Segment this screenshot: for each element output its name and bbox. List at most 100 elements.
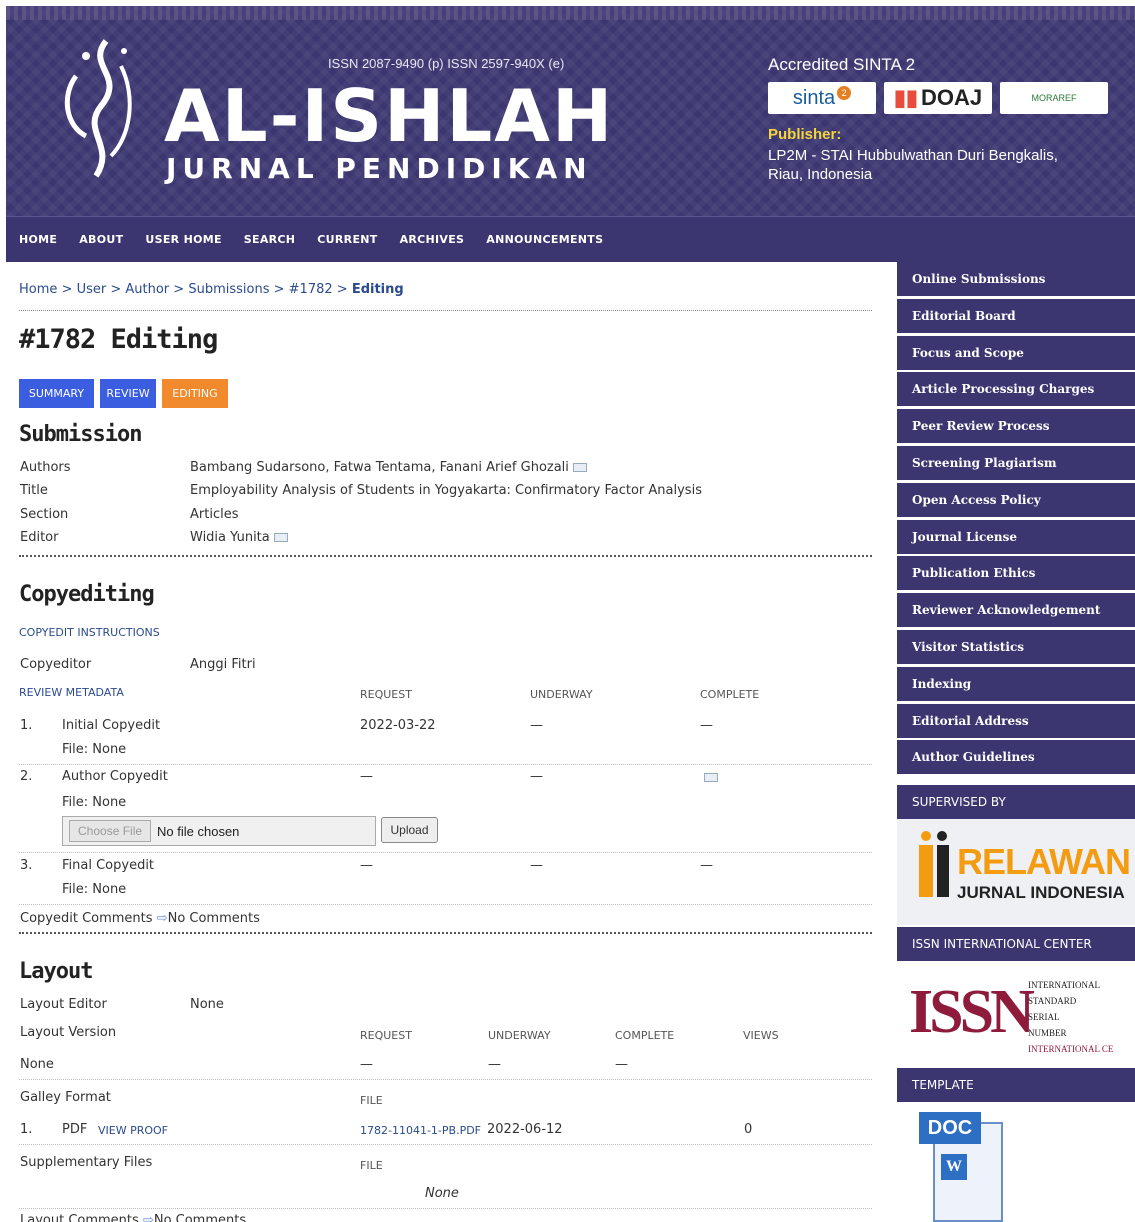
sinta-label: sinta	[792, 86, 836, 109]
row-file: File: None	[62, 882, 127, 897]
sidebar-item-journal-license[interactable]: Journal License	[897, 519, 1135, 554]
choose-file-button[interactable]: Choose File	[69, 820, 152, 842]
authors-text: Bambang Sudarsono, Fatwa Tentama, Fanani…	[190, 460, 569, 475]
col-complete: COMPLETE	[700, 688, 760, 701]
nav-current[interactable]: CURRENT	[317, 233, 377, 246]
doc-template-download[interactable]: DOC W	[897, 1102, 1135, 1222]
row-num: 2.	[20, 769, 33, 784]
issn-logo[interactable]: ISSN INTERNATIONAL STANDARD SERIAL NUMBE…	[897, 967, 1135, 1057]
layout-comments-label: Layout Comments	[20, 1213, 139, 1222]
calligraphy-logo-icon	[64, 39, 132, 178]
row-underway: —	[530, 718, 543, 733]
galley-file-link[interactable]: 1782-11041-1-PB.PDF	[360, 1124, 481, 1137]
email-icon[interactable]	[572, 463, 587, 472]
sidebar-item-editorial-address[interactable]: Editorial Address	[897, 703, 1135, 738]
breadcrumb-home[interactable]: Home	[19, 282, 57, 297]
sidebar-item-online-submissions[interactable]: Online Submissions	[897, 262, 1135, 296]
issn-text-line: INTERNATIONAL CE	[1028, 1044, 1114, 1054]
page-title: #1782 Editing	[19, 324, 218, 355]
view-proof-link[interactable]: VIEW PROOF	[98, 1124, 168, 1137]
issn-text-line: INTERNATIONAL	[1028, 980, 1100, 990]
journal-subtitle: JURNAL PENDIDIKAN	[166, 152, 593, 185]
sidebar-item-reviewer-ack[interactable]: Reviewer Acknowledgement	[897, 593, 1135, 628]
sidebar-item-publication-ethics[interactable]: Publication Ethics	[897, 556, 1135, 591]
header-ornament-strip	[6, 6, 1135, 20]
sinta-badge[interactable]: sinta 2	[768, 82, 876, 114]
sidebar-item-peer-review[interactable]: Peer Review Process	[897, 409, 1135, 444]
nav-home[interactable]: HOME	[19, 233, 57, 246]
issn-text-line: NUMBER	[1028, 1028, 1067, 1038]
sidebar-item-visitor-stats[interactable]: Visitor Statistics	[897, 629, 1135, 664]
breadcrumb: Home > User > Author > Submissions > #17…	[19, 282, 404, 297]
issn-center-heading: ISSN INTERNATIONAL CENTER	[897, 927, 1135, 961]
nav-search[interactable]: SEARCH	[244, 233, 296, 246]
copyedit-instructions-link[interactable]: COPYEDIT INSTRUCTIONS	[19, 626, 160, 639]
review-metadata-link[interactable]: REVIEW METADATA	[19, 686, 124, 699]
breadcrumb-sep: >	[106, 282, 126, 297]
row-divider	[19, 904, 872, 905]
moraref-label: MORAREF	[1031, 93, 1077, 103]
sidebar-item-editorial-board[interactable]: Editorial Board	[897, 298, 1135, 333]
copyedit-comments-label: Copyedit Comments	[20, 911, 153, 926]
divider	[19, 310, 872, 311]
supp-files-label: Supplementary Files	[20, 1155, 153, 1170]
issn-line: ISSN 2087-9490 (p) ISSN 2597-940X (e)	[328, 56, 565, 71]
breadcrumb-id[interactable]: #1782	[289, 282, 333, 297]
galley-date: 2022-06-12	[487, 1122, 563, 1137]
row-num: 1.	[20, 718, 33, 733]
layout-complete: —	[615, 1057, 628, 1072]
main-nav: HOME ABOUT USER HOME SEARCH CURRENT ARCH…	[6, 216, 1135, 262]
email-icon[interactable]	[704, 773, 718, 782]
issn-text-line: SERIAL	[1028, 1012, 1060, 1022]
breadcrumb-current: Editing	[351, 282, 404, 297]
authors-label: Authors	[20, 460, 71, 475]
nav-about[interactable]: ABOUT	[79, 233, 123, 246]
sidebar-item-apc[interactable]: Article Processing Charges	[897, 372, 1135, 407]
nav-archives[interactable]: ARCHIVES	[400, 233, 465, 246]
nav-user-home[interactable]: USER HOME	[145, 233, 221, 246]
col-underway: UNDERWAY	[530, 688, 593, 701]
upload-button[interactable]: Upload	[381, 817, 438, 843]
comment-icon[interactable]: ⇨	[143, 1213, 154, 1222]
breadcrumb-sep: >	[332, 282, 352, 297]
layout-editor-label: Layout Editor	[20, 997, 107, 1012]
sidebar-item-author-guidelines[interactable]: Author Guidelines	[897, 740, 1135, 775]
accredited-text: Accredited SINTA 2	[768, 55, 916, 74]
file-input[interactable]: Choose File No file chosen	[62, 816, 376, 846]
row-divider	[19, 764, 872, 765]
breadcrumb-submissions[interactable]: Submissions	[188, 282, 269, 297]
row-divider	[19, 1208, 872, 1209]
publisher-label: Publisher:	[768, 126, 842, 143]
row-name: Final Copyedit	[62, 858, 155, 873]
col-file: FILE	[360, 1159, 383, 1172]
col-underway: UNDERWAY	[488, 1029, 551, 1042]
doc-file-icon: DOC W	[919, 1112, 1009, 1222]
nav-announcements[interactable]: ANNOUNCEMENTS	[486, 233, 603, 246]
tab-review[interactable]: REVIEW	[100, 379, 156, 408]
tab-summary[interactable]: SUMMARY	[19, 379, 94, 408]
row-num: 3.	[20, 858, 33, 873]
title-value: Employability Analysis of Students in Yo…	[190, 483, 702, 498]
sidebar: Online Submissions Editorial Board Focus…	[897, 262, 1135, 1222]
moraref-badge[interactable]: MORAREF	[1000, 82, 1108, 114]
layout-comments-link[interactable]: No Comments	[154, 1213, 246, 1222]
tab-editing[interactable]: EDITING	[162, 379, 228, 408]
copyedit-comments-link[interactable]: No Comments	[168, 911, 260, 926]
row-divider	[19, 852, 872, 853]
sidebar-item-open-access[interactable]: Open Access Policy	[897, 482, 1135, 517]
sidebar-item-indexing[interactable]: Indexing	[897, 666, 1135, 701]
breadcrumb-sep: >	[169, 282, 189, 297]
sidebar-item-focus-scope[interactable]: Focus and Scope	[897, 335, 1135, 370]
comment-icon[interactable]: ⇨	[157, 911, 168, 926]
doaj-badge[interactable]: ▮▮ DOAJ	[884, 82, 992, 114]
sidebar-item-screening-plagiarism[interactable]: Screening Plagiarism	[897, 445, 1135, 480]
breadcrumb-author[interactable]: Author	[125, 282, 169, 297]
layout-heading: Layout	[19, 959, 93, 984]
submission-heading: Submission	[19, 422, 142, 447]
section-label: Section	[20, 507, 69, 522]
sinta-rank: 2	[837, 86, 852, 100]
journal-name: AL-ISHLAH	[164, 74, 615, 158]
rji-logo[interactable]: RELAWAN JURNAL INDONESIA	[897, 819, 1135, 925]
email-icon[interactable]	[273, 533, 288, 542]
breadcrumb-user[interactable]: User	[77, 282, 107, 297]
